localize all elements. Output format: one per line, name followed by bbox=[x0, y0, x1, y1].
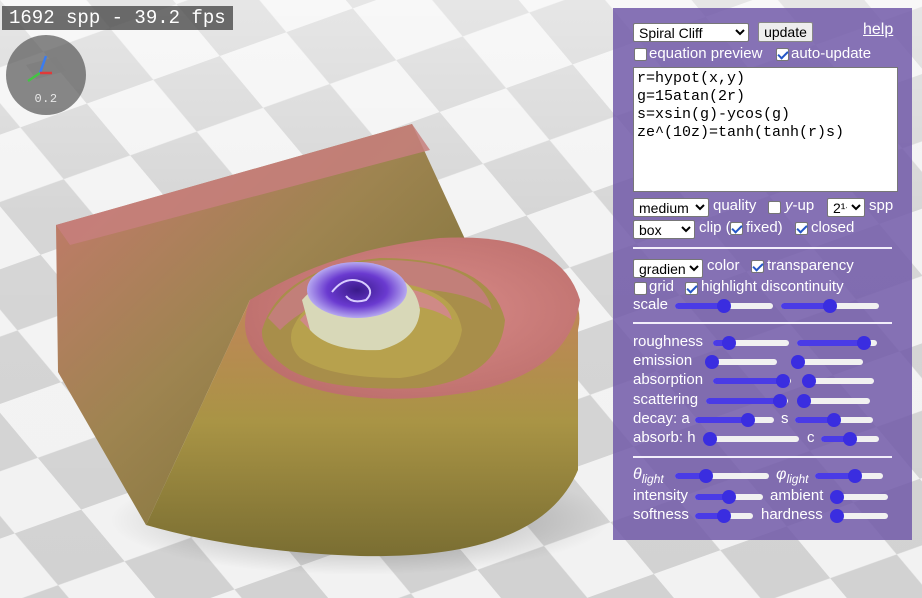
softness-label: softness bbox=[633, 506, 689, 523]
scattering-slider-1[interactable] bbox=[706, 393, 788, 409]
preset-select[interactable]: Spiral Cliff bbox=[633, 23, 749, 42]
quality-label: quality bbox=[713, 197, 757, 214]
auto-update-label: auto-update bbox=[791, 45, 872, 62]
emission-slider-1[interactable] bbox=[705, 354, 777, 370]
transparency-label: transparency bbox=[767, 257, 854, 274]
equation-editor[interactable]: r=hypot(x,y) g=15atan(2r) s=xsin(g)-ycos… bbox=[633, 67, 898, 192]
scale-label: scale bbox=[633, 296, 669, 313]
scale-slider-1[interactable] bbox=[675, 298, 773, 314]
theta-light-label: θlight bbox=[633, 466, 664, 487]
y-up-label: y-up bbox=[785, 197, 815, 214]
help-link[interactable]: help bbox=[863, 21, 893, 39]
decay-s-label: s bbox=[781, 410, 789, 427]
scattering-label: scattering bbox=[633, 391, 699, 408]
absorption-slider-2[interactable] bbox=[802, 373, 874, 389]
intensity-label: intensity bbox=[633, 487, 689, 504]
color-select[interactable]: gradient bbox=[633, 259, 703, 278]
y-up-checkbox[interactable] bbox=[768, 201, 781, 214]
equation-preview-checkbox[interactable] bbox=[634, 48, 647, 61]
divider bbox=[633, 322, 892, 324]
emission-slider-2[interactable] bbox=[791, 354, 863, 370]
clip-select[interactable]: box bbox=[633, 220, 695, 239]
axes-scale-label: 0.2 bbox=[34, 92, 58, 106]
absorb-h-label: absorb: h bbox=[633, 429, 696, 446]
closed-checkbox[interactable] bbox=[795, 222, 808, 235]
transparency-checkbox[interactable] bbox=[751, 260, 764, 273]
control-panel: Spiral Cliff update help equation previe… bbox=[613, 8, 912, 540]
theta-light-slider[interactable] bbox=[675, 468, 769, 484]
grid-label: grid bbox=[649, 278, 675, 295]
equation-preview-label: equation preview bbox=[649, 45, 763, 62]
closed-label: closed bbox=[811, 219, 855, 236]
absorb-c-slider[interactable] bbox=[821, 431, 879, 447]
color-label: color bbox=[707, 257, 740, 274]
highlight-discontinuity-checkbox[interactable] bbox=[685, 282, 698, 295]
clip-label: clip ( bbox=[699, 219, 731, 236]
scattering-slider-2[interactable] bbox=[797, 393, 870, 409]
intensity-slider[interactable] bbox=[695, 489, 763, 505]
phi-light-label: φlight bbox=[776, 466, 809, 487]
hardness-label: hardness bbox=[761, 506, 823, 523]
spp-select[interactable]: 2¹⁴ bbox=[827, 198, 865, 217]
absorption-label: absorption bbox=[633, 371, 704, 388]
hardness-slider[interactable] bbox=[830, 508, 888, 524]
quality-select[interactable]: medium bbox=[633, 198, 709, 217]
update-button[interactable]: update bbox=[758, 22, 813, 42]
decay-s-slider[interactable] bbox=[795, 412, 873, 428]
decay-a-slider[interactable] bbox=[695, 412, 774, 428]
emission-label: emission bbox=[633, 352, 693, 369]
decay-a-label: decay: a bbox=[633, 410, 690, 427]
divider bbox=[633, 247, 892, 249]
roughness-slider-2[interactable] bbox=[797, 335, 877, 351]
phi-light-slider[interactable] bbox=[815, 468, 883, 484]
clip-fixed-checkbox[interactable] bbox=[730, 222, 743, 235]
spiral-core bbox=[307, 262, 407, 318]
clip-fixed-label: fixed) bbox=[746, 219, 783, 236]
divider bbox=[633, 456, 892, 458]
absorb-h-slider[interactable] bbox=[703, 431, 799, 447]
ambient-label: ambient bbox=[770, 487, 824, 504]
scale-slider-2[interactable] bbox=[781, 298, 879, 314]
roughness-label: roughness bbox=[633, 333, 704, 350]
auto-update-checkbox[interactable] bbox=[776, 48, 789, 61]
absorb-c-label: c bbox=[807, 429, 815, 446]
roughness-slider-1[interactable] bbox=[713, 335, 789, 351]
highlight-discontinuity-label: highlight discontinuity bbox=[701, 278, 844, 295]
ambient-slider[interactable] bbox=[830, 489, 888, 505]
spp-label: spp bbox=[869, 197, 894, 214]
grid-checkbox[interactable] bbox=[634, 282, 647, 295]
axes-gizmo[interactable]: 0.2 bbox=[6, 35, 86, 115]
fps-counter: 1692 spp - 39.2 fps bbox=[2, 6, 233, 30]
absorption-slider-1[interactable] bbox=[713, 373, 791, 389]
softness-slider[interactable] bbox=[695, 508, 753, 524]
